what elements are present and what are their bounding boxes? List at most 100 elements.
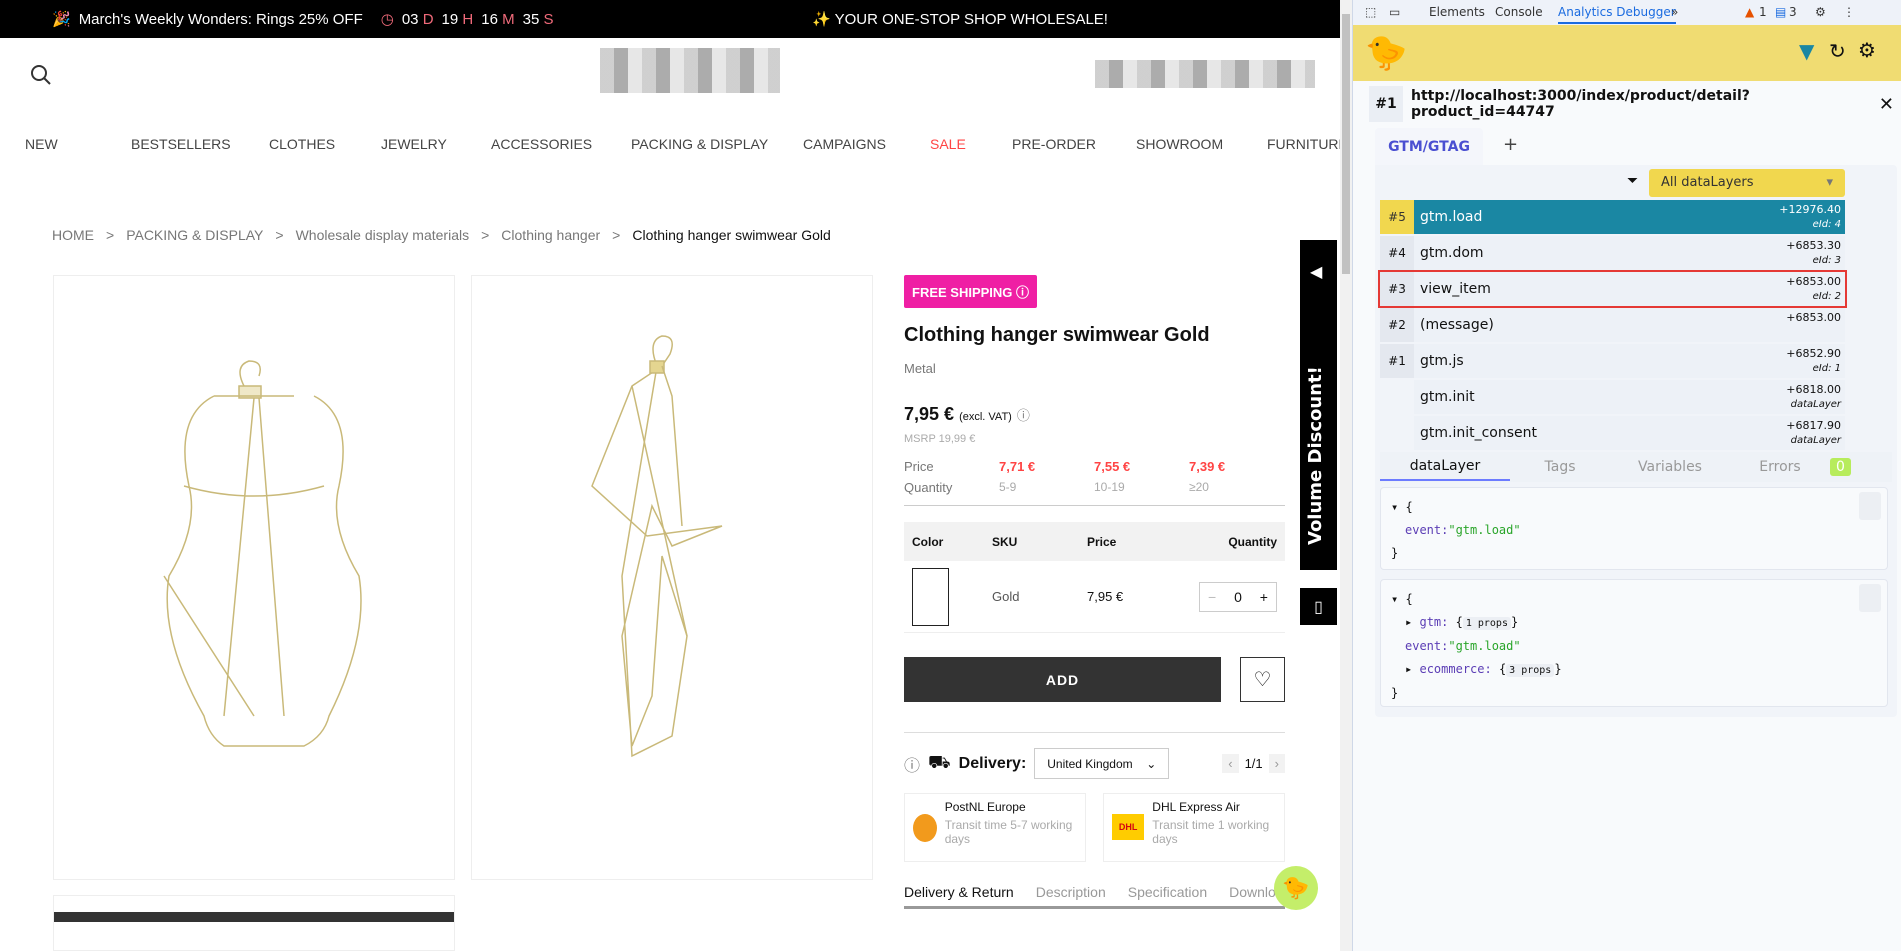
add-to-cart-button[interactable]: ADD bbox=[904, 657, 1221, 702]
event-row[interactable]: #3 view_item +6853.00 eId: 2 bbox=[1378, 270, 1847, 308]
volume-price-tiers: Price 7,71 € 7,55 € 7,39 € Quantity 5-9 … bbox=[904, 459, 1285, 495]
expand-icon[interactable]: ▸ bbox=[1405, 662, 1412, 676]
dhl-logo: DHL bbox=[1112, 814, 1145, 840]
minus-icon[interactable]: − bbox=[1208, 589, 1216, 605]
breadcrumb-item[interactable]: HOME bbox=[52, 227, 94, 243]
tab-elements[interactable]: Elements bbox=[1429, 5, 1485, 19]
event-row[interactable]: #2 (message) +6853.00 bbox=[1380, 308, 1845, 342]
product-image-side[interactable] bbox=[471, 275, 873, 880]
nav-item[interactable]: CAMPAIGNS bbox=[803, 136, 886, 152]
warning-icon[interactable]: ▲ bbox=[1745, 5, 1754, 19]
event-row[interactable]: #4 gtm.dom +6853.30 eId: 3 bbox=[1380, 236, 1845, 270]
event-time: +6853.00 bbox=[1786, 311, 1841, 324]
subtab-variables[interactable]: Variables bbox=[1610, 459, 1730, 475]
country-select[interactable]: United Kingdom ⌄ bbox=[1034, 748, 1170, 779]
tab-delivery-return[interactable]: Delivery & Return bbox=[904, 884, 1014, 900]
wishlist-button[interactable]: ♡ bbox=[1240, 657, 1285, 702]
carrier-dhl[interactable]: DHL DHL Express Air Transit time 1 working… bbox=[1103, 793, 1285, 862]
subtab-tags[interactable]: Tags bbox=[1510, 459, 1610, 475]
inspect-icon[interactable]: ⬚ bbox=[1365, 5, 1376, 19]
collapse-icon[interactable]: ▾ bbox=[1391, 500, 1398, 514]
reload-icon[interactable]: ↻ bbox=[1829, 39, 1846, 63]
chevron-down-icon: ⌄ bbox=[1146, 757, 1157, 771]
breadcrumb-item[interactable]: PACKING & DISPLAY bbox=[126, 227, 263, 243]
logo-blurred[interactable] bbox=[600, 48, 780, 93]
nav-item[interactable]: SALE bbox=[930, 136, 966, 152]
subtab-datalayer[interactable]: dataLayer bbox=[1380, 453, 1510, 481]
product-image-front[interactable] bbox=[53, 275, 455, 880]
close-icon[interactable]: ✕ bbox=[1879, 94, 1894, 115]
site-header bbox=[0, 38, 1340, 138]
device-icon[interactable]: ▭ bbox=[1389, 5, 1400, 19]
account-area-blurred[interactable] bbox=[1095, 60, 1315, 88]
event-row[interactable]: #1 gtm.js +6852.90 eId: 1 bbox=[1380, 344, 1845, 378]
nav-item[interactable]: PRE-ORDER bbox=[1012, 136, 1096, 152]
tier-qty: 5-9 bbox=[999, 480, 1017, 494]
tab-analytics-debugger[interactable]: Analytics Debugger bbox=[1558, 5, 1676, 24]
event-row[interactable]: gtm.init +6818.00 dataLayer bbox=[1414, 380, 1845, 414]
expand-icon[interactable]: ▸ bbox=[1405, 615, 1412, 629]
page-url-row: #1 http://localhost:3000/index/product/de… bbox=[1369, 86, 1894, 122]
event-row[interactable]: #5 gtm.load +12976.40 eId: 4 bbox=[1380, 200, 1845, 234]
more-tabs-icon[interactable]: » bbox=[1671, 5, 1678, 19]
event-time: +6852.90 bbox=[1786, 347, 1841, 360]
breadcrumb-separator: > bbox=[612, 227, 621, 243]
help-icon[interactable]: ⓘ bbox=[904, 752, 920, 776]
nav-item[interactable]: NEW bbox=[25, 136, 58, 152]
nav-item[interactable]: ACCESSORIES bbox=[491, 136, 592, 152]
plus-icon[interactable]: + bbox=[1260, 589, 1268, 605]
add-tab-icon[interactable]: + bbox=[1503, 134, 1518, 155]
product-image-thumb[interactable] bbox=[53, 895, 455, 951]
truck-icon: ⛟ bbox=[928, 751, 951, 772]
settings-icon[interactable]: ⚙ bbox=[1815, 5, 1826, 19]
prev-icon[interactable]: ‹ bbox=[1222, 754, 1239, 773]
nav-item[interactable]: BESTSELLERS bbox=[131, 136, 231, 152]
breadcrumb-separator: > bbox=[275, 227, 284, 243]
nav-item[interactable]: PACKING & DISPLAY bbox=[631, 136, 768, 152]
next-icon[interactable]: › bbox=[1268, 754, 1285, 773]
subtab-errors[interactable]: Errors bbox=[1730, 459, 1830, 475]
event-sub: dataLayer bbox=[1790, 399, 1841, 410]
free-shipping-badge[interactable]: FREE SHIPPING ⓘ bbox=[904, 275, 1038, 308]
message-count[interactable]: 3 bbox=[1789, 5, 1797, 19]
carrier-postnl[interactable]: PostNL Europe Transit time 5-7 working da… bbox=[904, 793, 1086, 862]
event-name: gtm.js bbox=[1420, 353, 1464, 369]
nav-item[interactable]: JEWELRY bbox=[381, 136, 447, 152]
variant-price: 7,95 € bbox=[1087, 589, 1124, 604]
copy-icon[interactable] bbox=[1859, 492, 1881, 520]
breadcrumb-item[interactable]: Wholesale display materials bbox=[296, 227, 470, 243]
collapse-icon[interactable]: ▾ bbox=[1391, 592, 1398, 606]
info-icon: ⓘ bbox=[1016, 285, 1030, 300]
col-sku: SKU bbox=[992, 534, 1018, 549]
kebab-menu-icon[interactable]: ⋮ bbox=[1843, 5, 1855, 19]
tab-specification[interactable]: Specification bbox=[1128, 884, 1207, 900]
page-scrollbar[interactable] bbox=[1340, 0, 1352, 951]
nav-item[interactable]: FURNITURE bbox=[1267, 136, 1348, 152]
breadcrumb-item[interactable]: Clothing hanger bbox=[501, 227, 600, 243]
event-sub: eId: 1 bbox=[1812, 363, 1841, 374]
tab-description[interactable]: Description bbox=[1036, 884, 1106, 900]
promo-text[interactable]: March's Weekly Wonders: Rings 25% OFF bbox=[79, 11, 363, 28]
event-index: #4 bbox=[1380, 236, 1414, 270]
tab-gtm-gtag[interactable]: GTM/GTAG bbox=[1375, 128, 1483, 165]
mobile-icon[interactable]: ▯ bbox=[1300, 588, 1337, 625]
pager: 1/1 bbox=[1244, 756, 1263, 771]
event-row[interactable]: gtm.init_consent +6817.90 dataLayer bbox=[1414, 416, 1845, 450]
volume-discount-tab[interactable]: ◀ Volume Discount! bbox=[1300, 240, 1337, 570]
countdown: 03 D 19 H 16 M 35 S bbox=[401, 10, 554, 28]
copy-icon[interactable] bbox=[1859, 584, 1881, 612]
filter-icon[interactable]: ⏷ bbox=[1627, 173, 1638, 189]
search-icon[interactable] bbox=[30, 64, 52, 86]
warning-count[interactable]: 1 bbox=[1759, 5, 1767, 19]
duck-fab[interactable]: 🐤 bbox=[1274, 866, 1318, 910]
message-icon[interactable]: ▤ bbox=[1775, 5, 1786, 19]
quantity-stepper[interactable]: − 0 + bbox=[1199, 581, 1277, 612]
datalayer-select[interactable]: All dataLayers ▾ bbox=[1649, 169, 1845, 197]
nav-item[interactable]: CLOTHES bbox=[269, 136, 335, 152]
tab-console[interactable]: Console bbox=[1495, 5, 1543, 19]
quantity-value[interactable]: 0 bbox=[1234, 589, 1242, 605]
settings-icon[interactable]: ⚙ bbox=[1858, 38, 1876, 62]
help-icon[interactable]: ⓘ bbox=[1017, 408, 1030, 423]
coffee-cup-icon[interactable]: ▼ bbox=[1799, 39, 1814, 63]
nav-item[interactable]: SHOWROOM bbox=[1136, 136, 1223, 152]
